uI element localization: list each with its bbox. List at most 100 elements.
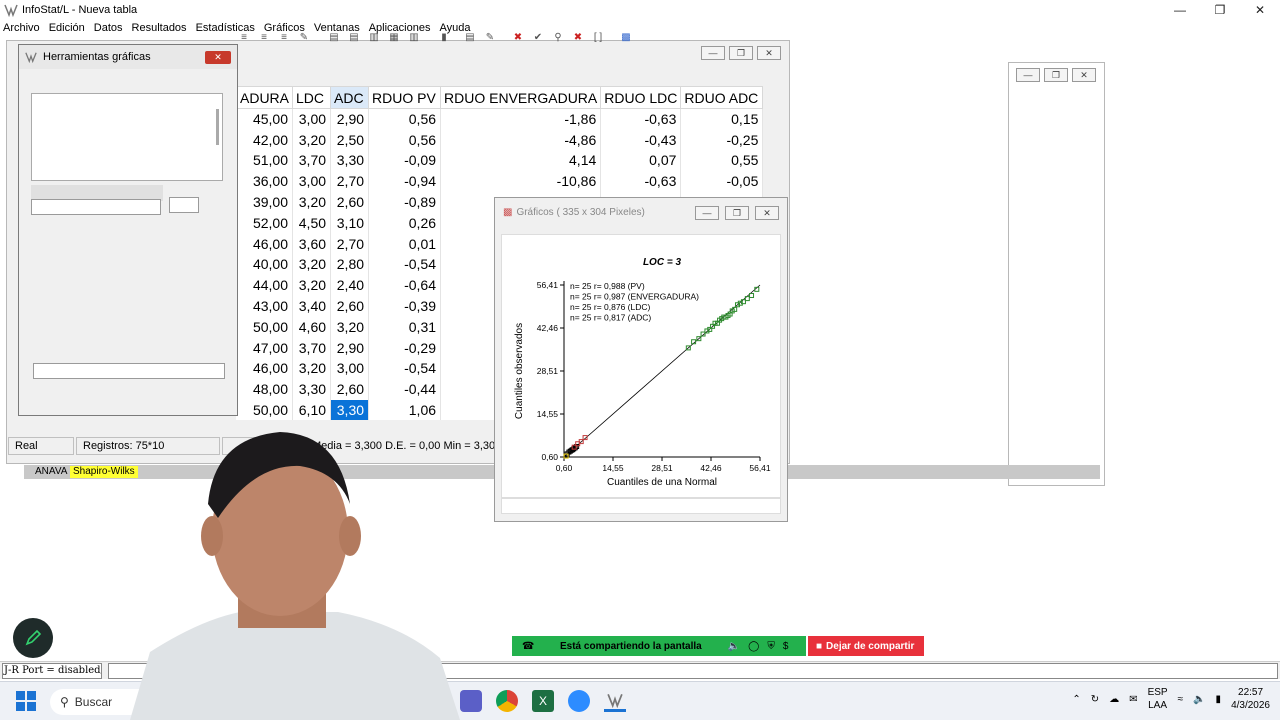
table-cell[interactable]: 3,10	[330, 212, 370, 234]
table-cell[interactable]: -10,86	[440, 170, 602, 192]
close-icon[interactable]: ✕	[205, 51, 231, 64]
shield-icon[interactable]: ⛨	[767, 641, 775, 652]
close-button[interactable]: ✕	[1240, 0, 1280, 20]
table-cell[interactable]: 2,90	[330, 337, 370, 359]
maximize-button[interactable]: ❐	[1200, 0, 1240, 20]
table-cell[interactable]: 51,00	[236, 150, 294, 171]
cloud-icon[interactable]: ☁	[1109, 694, 1119, 705]
column-header[interactable]: ADC	[330, 86, 370, 109]
report-icon[interactable]: ▤	[462, 29, 478, 45]
table-cell[interactable]: -0,63	[600, 108, 682, 130]
table-cell[interactable]: 0,31	[368, 316, 442, 338]
filter-off-icon[interactable]: ✖	[510, 29, 526, 45]
column-header[interactable]: RDUO ADC	[680, 86, 764, 109]
table-cell[interactable]: 50,00	[236, 399, 294, 421]
sync-icon[interactable]: ↻	[1091, 694, 1099, 705]
list-scrollbar[interactable]	[216, 109, 219, 145]
chrome-icon[interactable]	[496, 690, 518, 712]
infostat-taskbar-icon[interactable]	[604, 690, 626, 712]
search-icon[interactable]: ⚲	[550, 29, 566, 45]
stop-sharing-button[interactable]: ■ Dejar de compartir	[808, 636, 924, 656]
table-cell[interactable]: 44,00	[236, 274, 294, 296]
table-cell[interactable]: 2,50	[330, 129, 370, 151]
table-cell[interactable]: 48,00	[236, 378, 294, 400]
plot-canvas[interactable]: LOC = 3 0,60 14,55 28,51 42,46 56,41 0,60 14,55…	[501, 234, 781, 498]
table-cell[interactable]: 0,26	[368, 212, 442, 234]
check-icon[interactable]: ✔	[530, 29, 546, 45]
table-cell[interactable]: 0,56	[368, 108, 442, 130]
table-cell[interactable]: 0,01	[368, 233, 442, 255]
table-cell[interactable]: 3,70	[292, 337, 332, 359]
column-header[interactable]: LDC	[292, 86, 332, 109]
table-cell[interactable]: 1,06	[368, 399, 442, 421]
table-cell[interactable]: 3,60	[292, 233, 332, 255]
table-cell[interactable]: -0,05	[680, 170, 764, 192]
table-cell[interactable]: 3,00	[292, 170, 332, 192]
column-header[interactable]: ADURA	[235, 86, 294, 109]
table-cell[interactable]: -0,09	[368, 150, 442, 171]
menu-resultados[interactable]: Resultados	[129, 22, 193, 34]
chevron-up-icon[interactable]: ⌃	[1072, 694, 1080, 705]
table-cell[interactable]: 3,20	[292, 191, 332, 213]
table-cell[interactable]: 52,00	[236, 212, 294, 234]
table-cell[interactable]: 2,60	[330, 295, 370, 317]
table-cell[interactable]: 3,00	[330, 358, 370, 379]
table-cell[interactable]: 2,60	[330, 378, 370, 400]
table-close-button[interactable]: ✕	[757, 46, 781, 60]
table-cell[interactable]: 3,20	[330, 316, 370, 338]
table-cell[interactable]: 3,30	[330, 150, 370, 171]
table-minimize-button[interactable]: —	[701, 46, 725, 60]
align-right-icon[interactable]: ≡	[276, 29, 292, 45]
text-field[interactable]	[33, 363, 225, 379]
table-cell[interactable]: 0,07	[600, 150, 682, 171]
edit-icon[interactable]: ✎	[482, 29, 498, 45]
results-maximize-button[interactable]: ❐	[1044, 68, 1068, 82]
table-cell[interactable]: -0,29	[368, 337, 442, 359]
table-cell[interactable]: 6,10	[292, 399, 332, 421]
windows-start-icon[interactable]	[16, 691, 36, 711]
table-cell[interactable]: -1,86	[440, 108, 602, 130]
graph-minimize-button[interactable]: —	[695, 206, 719, 220]
table-cell[interactable]: -0,39	[368, 295, 442, 317]
table-cell[interactable]: 4,50	[292, 212, 332, 234]
table-cell[interactable]: 42,00	[236, 129, 294, 151]
table-cell[interactable]: 4,14	[440, 150, 602, 171]
results-minimize-button[interactable]: —	[1016, 68, 1040, 82]
brackets-icon[interactable]: [ ]	[590, 29, 606, 45]
wifi-icon[interactable]: ≈	[1178, 694, 1184, 705]
table-cell[interactable]: 3,00	[292, 108, 332, 130]
align-center-icon[interactable]: ≡	[256, 29, 272, 45]
table-cell[interactable]: 3,30	[292, 378, 332, 400]
table-cell[interactable]: 46,00	[236, 358, 294, 379]
table-cell[interactable]: -0,43	[600, 129, 682, 151]
align-left-icon[interactable]: ≡	[236, 29, 252, 45]
table-cell[interactable]: 43,00	[236, 295, 294, 317]
table-cell[interactable]: 2,70	[330, 233, 370, 255]
dollar-icon[interactable]: $	[783, 641, 789, 652]
status-icon[interactable]: ◯	[748, 641, 759, 652]
table-cell[interactable]: 0,15	[680, 108, 764, 130]
table-cell[interactable]: 3,40	[292, 295, 332, 317]
clear-icon[interactable]: ✖	[570, 29, 586, 45]
table-cell[interactable]: -0,44	[368, 378, 442, 400]
insert-row-icon[interactable]: ▤	[326, 29, 342, 45]
table-maximize-button[interactable]: ❐	[729, 46, 753, 60]
table-cell[interactable]: 46,00	[236, 233, 294, 255]
table-cell[interactable]: 2,60	[330, 191, 370, 213]
table-cell[interactable]: 2,40	[330, 274, 370, 296]
battery-icon[interactable]: ▮	[1216, 694, 1222, 705]
excel-icon[interactable]: X	[532, 690, 554, 712]
audio-icon[interactable]: 🔈	[728, 641, 740, 652]
graph-maximize-button[interactable]: ❐	[725, 206, 749, 220]
table-cell[interactable]: 3,20	[292, 274, 332, 296]
insert-col-icon[interactable]: ▥	[366, 29, 382, 45]
delete-col-icon[interactable]: ▥	[406, 29, 422, 45]
table-cell[interactable]: 2,90	[330, 108, 370, 130]
table-cell[interactable]: 45,00	[236, 108, 294, 130]
format-icon[interactable]: ✎	[296, 29, 312, 45]
table-cell[interactable]: 0,56	[368, 129, 442, 151]
table-cell[interactable]: 0,55	[680, 150, 764, 171]
menu-archivo[interactable]: Archivo	[0, 22, 46, 34]
columns-icon[interactable]: ▮	[436, 29, 452, 45]
zoom-icon[interactable]	[568, 690, 590, 712]
